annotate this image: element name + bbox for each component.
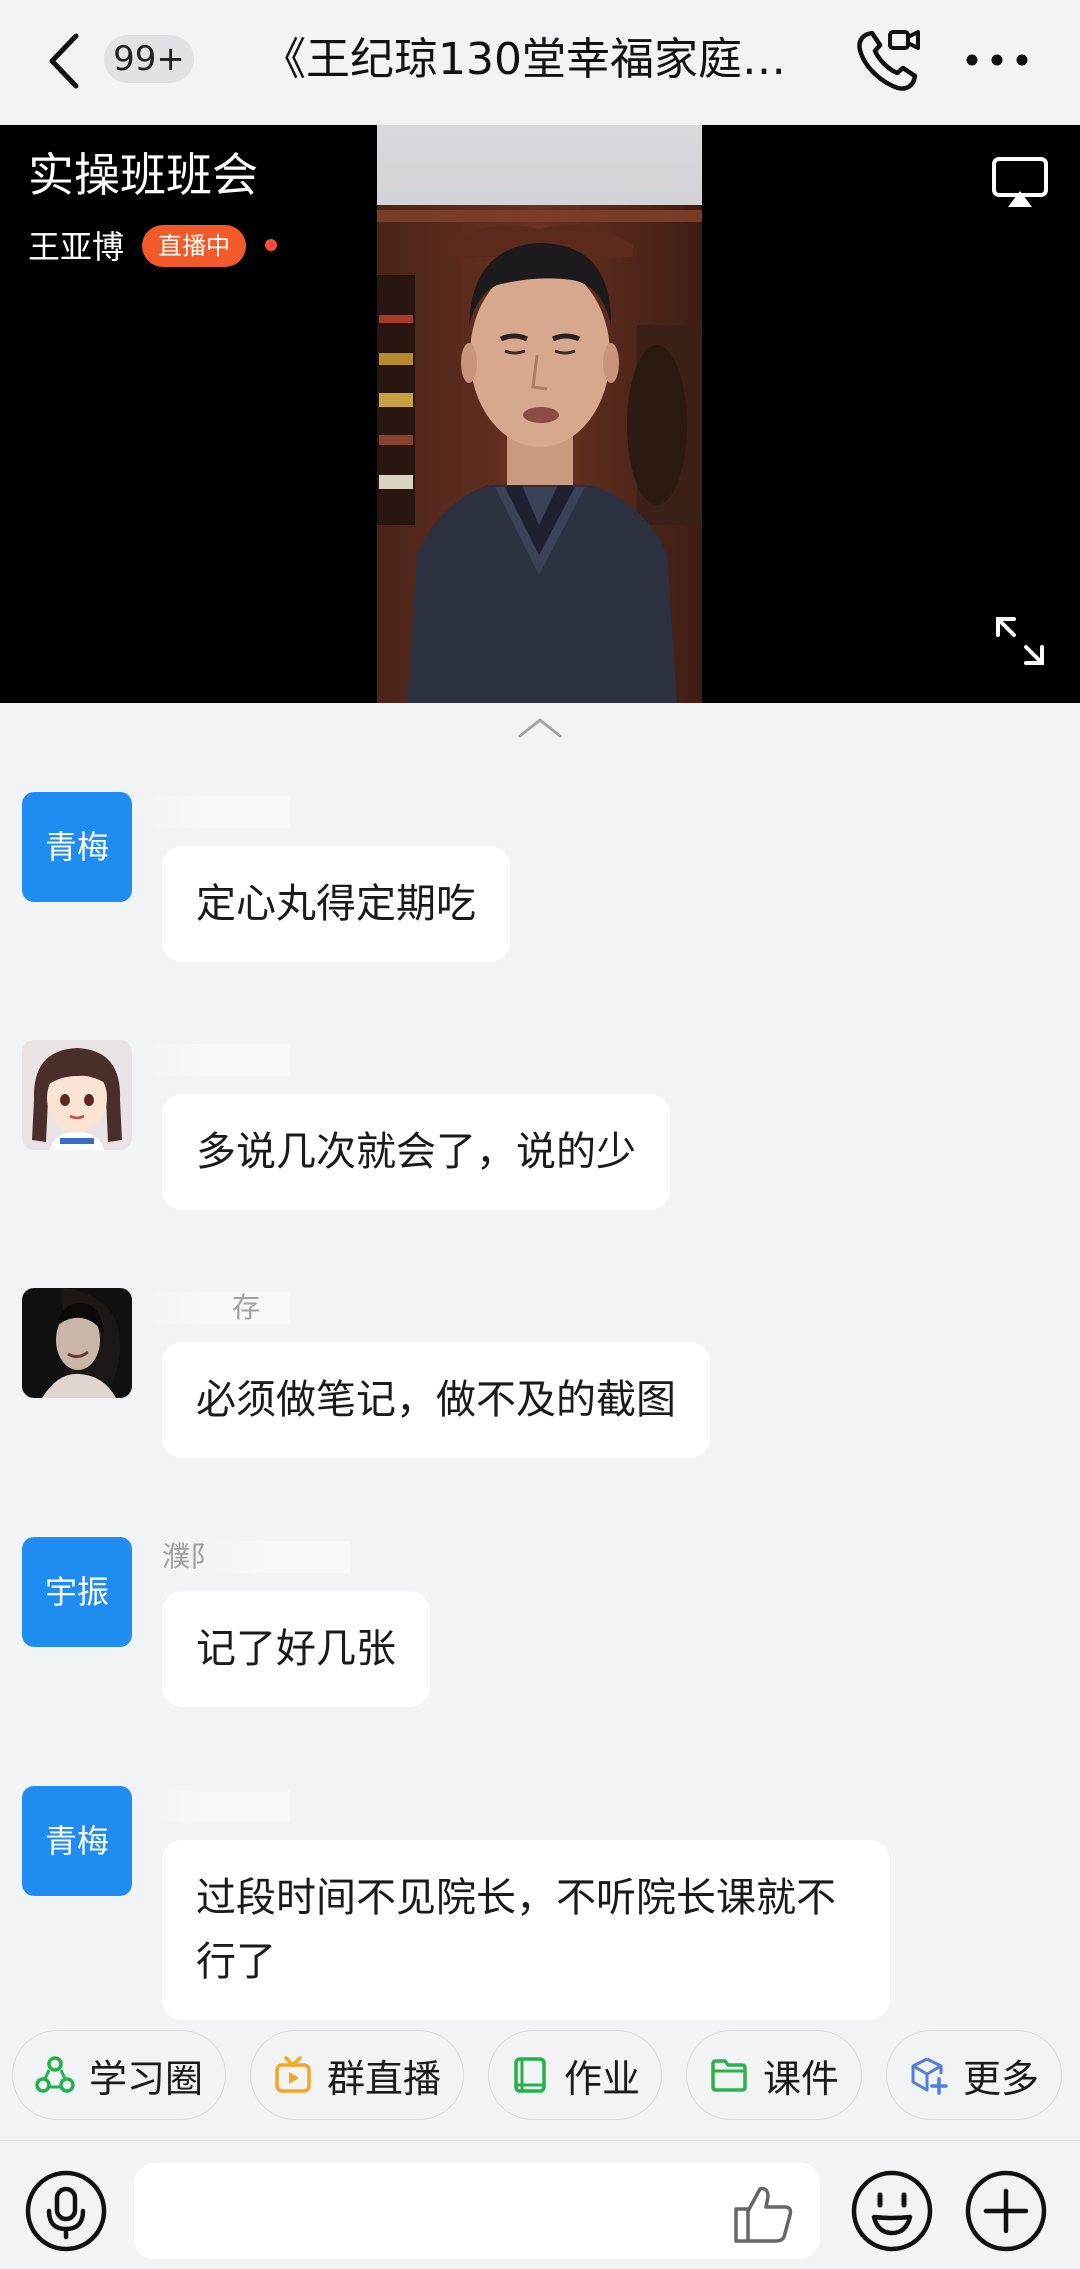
- message-bubble[interactable]: 定心丸得定期吃: [162, 846, 510, 962]
- homework-button[interactable]: 作业: [488, 2030, 662, 2120]
- courseware-button[interactable]: 课件: [686, 2030, 862, 2120]
- group-live-button[interactable]: 群直播: [250, 2030, 464, 2120]
- live-title: 实操班班会: [28, 148, 258, 202]
- live-tv-icon: [275, 2056, 311, 2093]
- thumbs-up-icon[interactable]: [730, 2181, 796, 2247]
- message-input-bar: [0, 2140, 1080, 2269]
- sender-name-mask: [150, 1044, 290, 1076]
- group-live-label: 群直播: [326, 2056, 441, 2101]
- homework-label: 作业: [563, 2056, 640, 2101]
- collapse-chevron-icon[interactable]: [516, 712, 564, 742]
- group-title[interactable]: 《王纪琼130堂幸福家庭必…: [262, 30, 822, 90]
- avatar[interactable]: 青梅: [22, 792, 132, 902]
- microphone-icon[interactable]: [24, 2169, 108, 2253]
- avatar[interactable]: [22, 1288, 132, 1398]
- sender-name-mask: [150, 1790, 290, 1822]
- unread-count-badge[interactable]: 99+: [104, 35, 194, 83]
- sender-name: 存: [232, 1291, 261, 1324]
- message-bubble[interactable]: 记了好几张: [162, 1591, 430, 1707]
- host-name: 王亚博: [28, 228, 125, 266]
- message-bubble[interactable]: 过段时间不见院长，不听院长课就不行了: [162, 1840, 890, 2020]
- study-circle-icon: [35, 2056, 75, 2093]
- emoji-icon[interactable]: [850, 2169, 934, 2253]
- courseware-label: 课件: [762, 2056, 839, 2101]
- message-text-input[interactable]: [134, 2163, 820, 2259]
- screen-cast-icon[interactable]: [990, 155, 1050, 211]
- fullscreen-icon[interactable]: [994, 615, 1046, 667]
- message-bubble[interactable]: 多说几次就会了，说的少: [162, 1094, 670, 1210]
- homework-book-icon: [514, 2057, 546, 2093]
- sender-name-mask: [210, 1541, 350, 1573]
- more-options-icon[interactable]: [962, 30, 1032, 90]
- group-toolbar: 学习圈 群直播 作业 课件 更多: [0, 2030, 1080, 2126]
- sender-name-mask: [150, 796, 290, 828]
- more-tools-label: 更多: [962, 2056, 1039, 2101]
- chat-header: 99+ 《王纪琼130堂幸福家庭必…: [0, 0, 1080, 125]
- avatar[interactable]: 青梅: [22, 1786, 132, 1896]
- live-status-badge: 直播中: [142, 225, 246, 267]
- sender-name-mask: [150, 1292, 290, 1324]
- avatar[interactable]: [22, 1040, 132, 1150]
- study-circle-button[interactable]: 学习圈: [12, 2030, 226, 2120]
- back-arrow-icon[interactable]: [42, 28, 92, 94]
- study-circle-label: 学习圈: [88, 2056, 203, 2101]
- video-stream-frame[interactable]: [377, 125, 702, 703]
- live-stream-panel[interactable]: 实操班班会 王亚博 直播中: [0, 125, 1080, 703]
- avatar[interactable]: 宇振: [22, 1537, 132, 1647]
- message-bubble[interactable]: 必须做笔记，做不及的截图: [162, 1342, 710, 1458]
- more-tools-button[interactable]: 更多: [886, 2030, 1062, 2120]
- live-indicator-dot: [265, 239, 277, 251]
- video-call-icon[interactable]: [854, 26, 922, 94]
- folder-icon: [711, 2059, 747, 2092]
- add-plus-icon[interactable]: [964, 2169, 1048, 2253]
- cube-plus-icon: [911, 2057, 948, 2095]
